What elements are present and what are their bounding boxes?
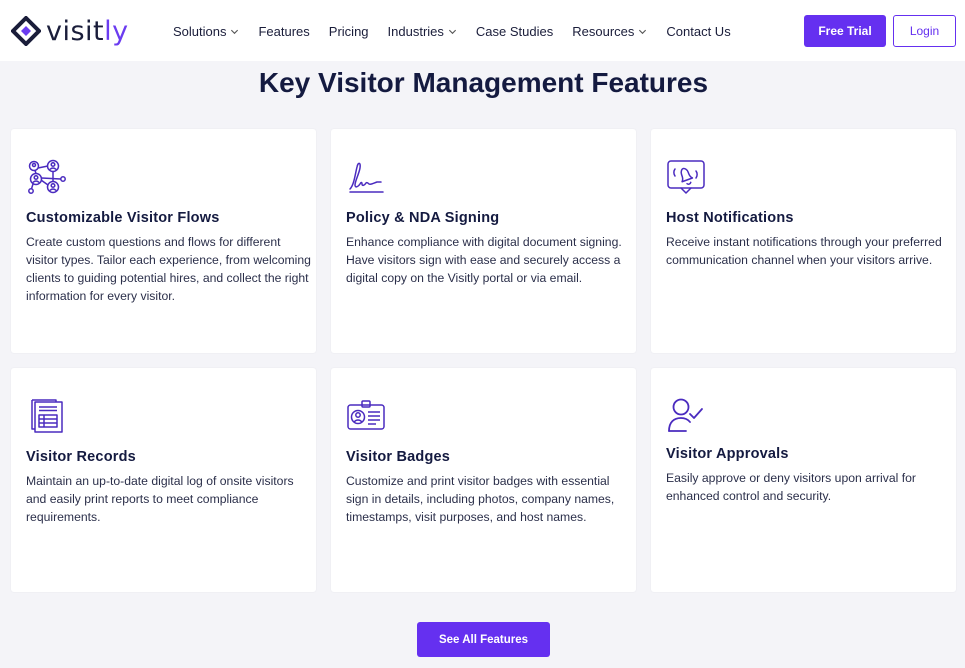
nav-item-label: Pricing — [328, 23, 369, 39]
badge-id-icon — [346, 396, 386, 436]
feature-description: Maintain an up-to-date digital log of on… — [26, 474, 294, 524]
feature-description: Easily approve or deny visitors upon arr… — [666, 471, 916, 503]
nav-item-label: Contact Us — [666, 23, 731, 39]
feature-card-visitor-flows: Customizable Visitor Flows Create custom… — [11, 129, 316, 353]
feature-title: Policy & NDA Signing — [346, 210, 500, 226]
feature-title: Visitor Approvals — [666, 446, 789, 462]
nav-item-pricing[interactable]: Pricing — [329, 24, 369, 39]
chevron-down-icon — [231, 29, 239, 34]
feature-description: Customize and print visitor badges with … — [346, 474, 615, 524]
login-button[interactable]: Login — [893, 15, 956, 47]
feature-card-visitor-approvals: Visitor Approvals Easily approve or deny… — [651, 368, 956, 592]
visitor-flows-icon — [26, 157, 66, 197]
feature-card-visitor-badges: Visitor Badges Customize and print visit… — [331, 368, 636, 592]
nav-item-features[interactable]: Features — [258, 24, 309, 39]
nav-item-label: Resources — [572, 23, 635, 39]
top-navbar: visitly Solutions Features Pricing Indus… — [0, 0, 965, 61]
feature-card-visitor-records: Visitor Records Maintain an up-to-date d… — [11, 368, 316, 592]
nav-item-label: Features — [258, 23, 310, 39]
chevron-down-icon — [639, 29, 647, 34]
see-all-features-button[interactable]: See All Features — [417, 622, 550, 657]
feature-title: Visitor Records — [26, 449, 136, 465]
feature-description: Receive instant notifications through yo… — [666, 235, 942, 267]
feature-description: Enhance compliance with digital document… — [346, 235, 622, 285]
chevron-down-icon — [448, 29, 456, 34]
nav-item-solutions[interactable]: Solutions — [173, 24, 239, 39]
feature-title: Host Notifications — [666, 210, 794, 226]
feature-card-policy-nda: Policy & NDA Signing Enhance compliance … — [331, 129, 636, 353]
nav-item-label: Case Studies — [475, 23, 554, 39]
visitly-logo[interactable]: visitly — [11, 14, 129, 48]
section-title: Key Visitor Management Features — [258, 67, 709, 98]
feature-title: Visitor Badges — [346, 449, 451, 465]
user-check-icon — [666, 396, 706, 436]
main-nav: Solutions Features Pricing Industries Ca… — [173, 22, 750, 40]
feature-description: Create custom questions and flows for di… — [26, 235, 311, 303]
nav-item-label: Industries — [387, 23, 444, 39]
nav-item-label: Solutions — [173, 23, 227, 39]
feature-title: Customizable Visitor Flows — [26, 210, 220, 226]
logo-mark-icon — [11, 16, 41, 46]
logo-wordmark-main: visit — [46, 15, 105, 47]
logo-wordmark: visitly — [46, 18, 129, 45]
logo-wordmark-accent: ly — [104, 15, 129, 47]
nav-item-contact-us[interactable]: Contact Us — [666, 24, 730, 39]
free-trial-button[interactable]: Free Trial — [804, 15, 886, 47]
feature-card-host-notifications: Host Notifications Receive instant notif… — [651, 129, 956, 353]
signature-icon — [346, 157, 386, 197]
notification-bell-icon — [666, 157, 706, 197]
nav-item-industries[interactable]: Industries — [388, 24, 457, 39]
nav-item-resources[interactable]: Resources — [572, 24, 647, 39]
nav-item-case-studies[interactable]: Case Studies — [476, 24, 553, 39]
records-document-icon — [26, 396, 66, 436]
